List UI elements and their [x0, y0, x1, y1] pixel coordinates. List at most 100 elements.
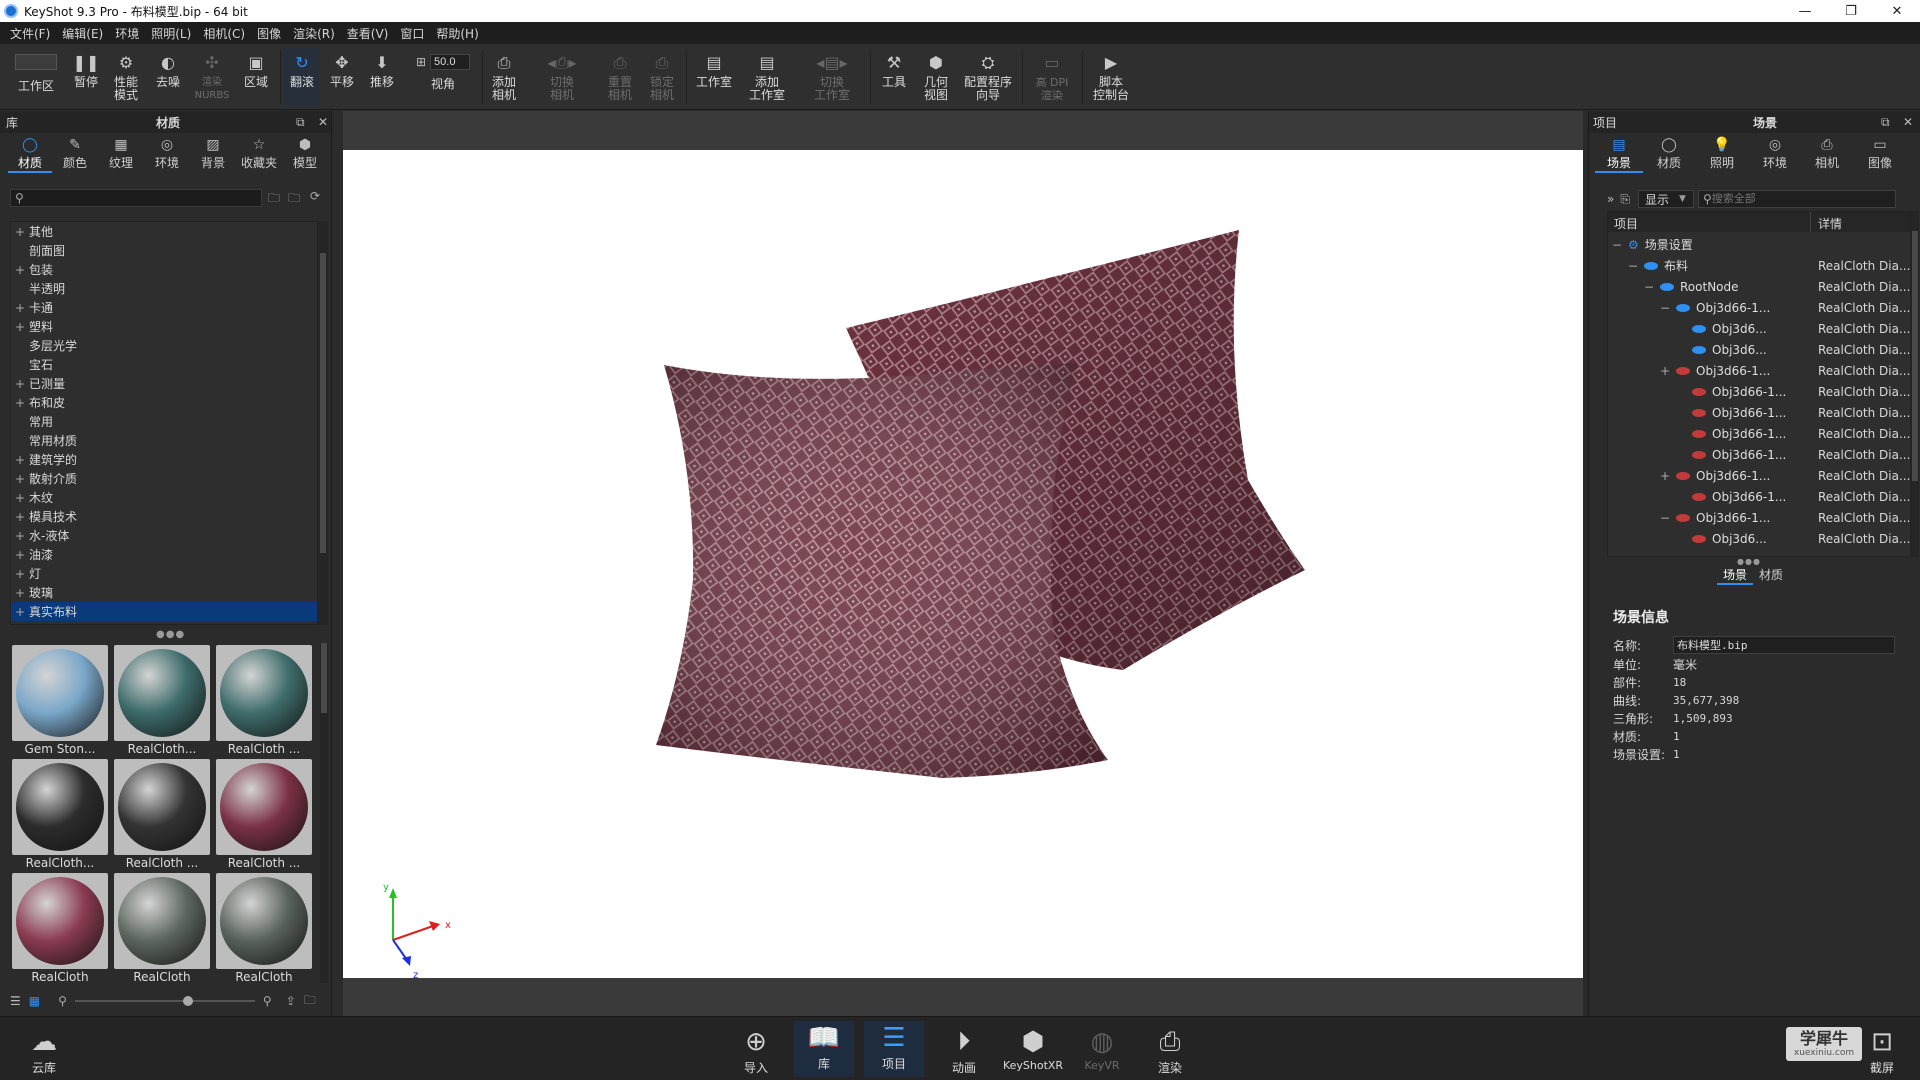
- library-search[interactable]: ⚲: [10, 189, 262, 207]
- scene-tree-row[interactable]: Obj3d66-1... RealCloth Dia...: [1608, 402, 1910, 423]
- expand-toggle-icon[interactable]: +: [11, 548, 29, 562]
- tab-textures[interactable]: ▦ 纹理: [98, 137, 144, 173]
- display-dropdown[interactable]: 显示 ▼: [1637, 190, 1694, 208]
- switch-camera-button[interactable]: ◂⎙▸ 切换 相机: [538, 48, 586, 106]
- expand-toggle-icon[interactable]: +: [1660, 364, 1670, 378]
- expand-toggle-icon[interactable]: −: [1660, 301, 1670, 315]
- library-folder-item[interactable]: + 真实布料: [11, 602, 317, 621]
- close-panel-icon[interactable]: ✕: [318, 115, 328, 129]
- tab-image[interactable]: ▭ 图像: [1853, 137, 1907, 173]
- expand-toggle-icon[interactable]: +: [11, 263, 29, 277]
- material-thumbnail[interactable]: RealCloth ...: [216, 645, 312, 757]
- material-thumbnail[interactable]: RealCloth: [114, 873, 210, 983]
- add-camera-button[interactable]: ⎙ 添加 相机: [488, 48, 520, 106]
- material-thumbnail[interactable]: RealCloth: [12, 873, 108, 983]
- float-panel-icon[interactable]: ⧉: [296, 115, 305, 130]
- tab-environments[interactable]: ◎ 环境: [144, 137, 190, 173]
- scene-search-input[interactable]: [1711, 193, 1895, 205]
- hidden-eye-icon[interactable]: [1692, 492, 1706, 501]
- close-panel-icon[interactable]: ✕: [1903, 115, 1913, 129]
- denoise-button[interactable]: ◐ 去噪: [150, 48, 186, 106]
- expand-toggle-icon[interactable]: +: [11, 529, 29, 543]
- script-console-button[interactable]: ▶ 脚本 控制台: [1092, 48, 1130, 106]
- list-view-icon[interactable]: ☰: [10, 994, 21, 1008]
- scene-tree-row[interactable]: − RootNode RealCloth Dia...: [1608, 276, 1910, 297]
- scene-scrollbar[interactable]: [1911, 211, 1919, 557]
- pause-button[interactable]: ❚❚ 暂停: [68, 48, 104, 106]
- tab-environment[interactable]: ◎ 环境: [1749, 137, 1801, 173]
- scene-tree-row[interactable]: Obj3d6... RealCloth Dia...: [1608, 339, 1910, 360]
- library-folder-item[interactable]: + 布和皮: [11, 393, 317, 412]
- project-toggle-button[interactable]: ☰ 项目: [864, 1021, 924, 1077]
- library-folder-item[interactable]: + 包装: [11, 260, 317, 279]
- scene-tree-row[interactable]: Obj3d6... RealCloth Dia...: [1608, 318, 1910, 339]
- library-folder-item[interactable]: + 建筑学的: [11, 450, 317, 469]
- expand-icon[interactable]: »: [1607, 192, 1614, 206]
- expand-toggle-icon[interactable]: +: [11, 301, 29, 315]
- hidden-eye-icon[interactable]: [1692, 534, 1706, 543]
- expand-toggle-icon[interactable]: +: [11, 320, 29, 334]
- expand-toggle-icon[interactable]: +: [11, 605, 29, 619]
- scene-tree-row[interactable]: Obj3d66-1... RealCloth Dia...: [1608, 486, 1910, 507]
- animation-button[interactable]: ⏵ 动画: [934, 1025, 994, 1076]
- expand-toggle-icon[interactable]: +: [11, 396, 29, 410]
- expand-toggle-icon[interactable]: +: [11, 472, 29, 486]
- switch-studio-button[interactable]: ◂▤▸ 切换 工作室: [804, 48, 860, 106]
- tab-backgrounds[interactable]: ▨ 背景: [190, 137, 236, 173]
- tab-materials[interactable]: ◯ 材质: [8, 137, 52, 173]
- tab-camera[interactable]: ⎙ 相机: [1801, 137, 1853, 173]
- visible-eye-icon[interactable]: [1660, 282, 1674, 291]
- library-folder-item[interactable]: + 玻璃: [11, 583, 317, 602]
- library-folder-item[interactable]: + 卡通: [11, 298, 317, 317]
- upload-icon[interactable]: ⇪: [286, 994, 296, 1008]
- menu-view[interactable]: 查看(V): [341, 25, 395, 42]
- expand-toggle-icon[interactable]: −: [1612, 238, 1622, 252]
- library-folder-item[interactable]: 剖面图: [11, 241, 317, 260]
- tab-scene[interactable]: ▤ 场景: [1595, 137, 1643, 173]
- library-folder-item[interactable]: + 其他: [11, 222, 317, 241]
- fov-input[interactable]: [430, 54, 471, 70]
- visible-eye-icon[interactable]: [1644, 261, 1658, 270]
- close-button[interactable]: ✕: [1874, 0, 1920, 22]
- maximize-button[interactable]: ❐: [1828, 0, 1874, 22]
- hidden-eye-icon[interactable]: [1692, 450, 1706, 459]
- material-thumbnail[interactable]: RealCloth ...: [216, 759, 312, 871]
- screenshot-button[interactable]: ⊡ 截屏: [1852, 1025, 1912, 1076]
- material-thumbnail[interactable]: RealCloth ...: [114, 759, 210, 871]
- region-button[interactable]: ▣ 区域: [238, 48, 274, 106]
- studio-button[interactable]: ▤ 工作室: [692, 48, 736, 106]
- hidden-eye-icon[interactable]: [1692, 408, 1706, 417]
- folder-icon[interactable]: 🗀: [304, 991, 316, 1012]
- menu-file[interactable]: 文件(F): [4, 25, 56, 42]
- library-folder-item[interactable]: + 灯: [11, 564, 317, 583]
- expand-toggle-icon[interactable]: +: [1660, 469, 1670, 483]
- splitter-handle[interactable]: ●●●: [156, 629, 185, 640]
- keyshotxr-button[interactable]: ⬢ KeyShotXR: [1002, 1025, 1064, 1072]
- menu-environment[interactable]: 环境: [109, 25, 145, 42]
- scene-tree-row[interactable]: + Obj3d66-1... RealCloth Dia...: [1608, 465, 1910, 486]
- expand-toggle-icon[interactable]: −: [1628, 259, 1638, 273]
- grid-view-icon[interactable]: ▦: [29, 994, 40, 1008]
- splitter-handle[interactable]: ●●●: [1737, 557, 1761, 566]
- library-folder-item[interactable]: 常用: [11, 412, 317, 431]
- dolly-button[interactable]: ⬇ 推移: [366, 48, 398, 106]
- expand-toggle-icon[interactable]: +: [11, 453, 29, 467]
- library-folder-item[interactable]: +石头: [11, 621, 317, 625]
- material-thumbnail[interactable]: RealCloth...: [12, 759, 108, 871]
- scene-tree-row[interactable]: + Obj3d66-1... RealCloth Dia...: [1608, 360, 1910, 381]
- expand-toggle-icon[interactable]: +: [11, 567, 29, 581]
- menu-window[interactable]: 窗口: [394, 25, 430, 42]
- scene-tree-row[interactable]: Obj3d66-1... RealCloth Dia...: [1608, 423, 1910, 444]
- cloud-library-button[interactable]: ☁ 云库: [14, 1025, 74, 1076]
- keyvr-button[interactable]: ◍ KeyVR: [1072, 1025, 1132, 1072]
- scene-tree-row[interactable]: − Obj3d66-1... RealCloth Dia...: [1608, 507, 1910, 528]
- tab-favorites[interactable]: ☆ 收藏夹: [236, 137, 282, 173]
- scene-search[interactable]: ⚲: [1697, 190, 1896, 208]
- library-folder-item[interactable]: 常用材质: [11, 431, 317, 450]
- expand-toggle-icon[interactable]: +: [11, 377, 29, 391]
- visible-eye-icon[interactable]: [1676, 303, 1690, 312]
- expand-toggle-icon[interactable]: +: [11, 586, 29, 600]
- tree-scrollbar[interactable]: [318, 221, 328, 625]
- subtab-material[interactable]: 材质: [1753, 566, 1789, 585]
- refresh-icon[interactable]: ⟳: [310, 189, 320, 203]
